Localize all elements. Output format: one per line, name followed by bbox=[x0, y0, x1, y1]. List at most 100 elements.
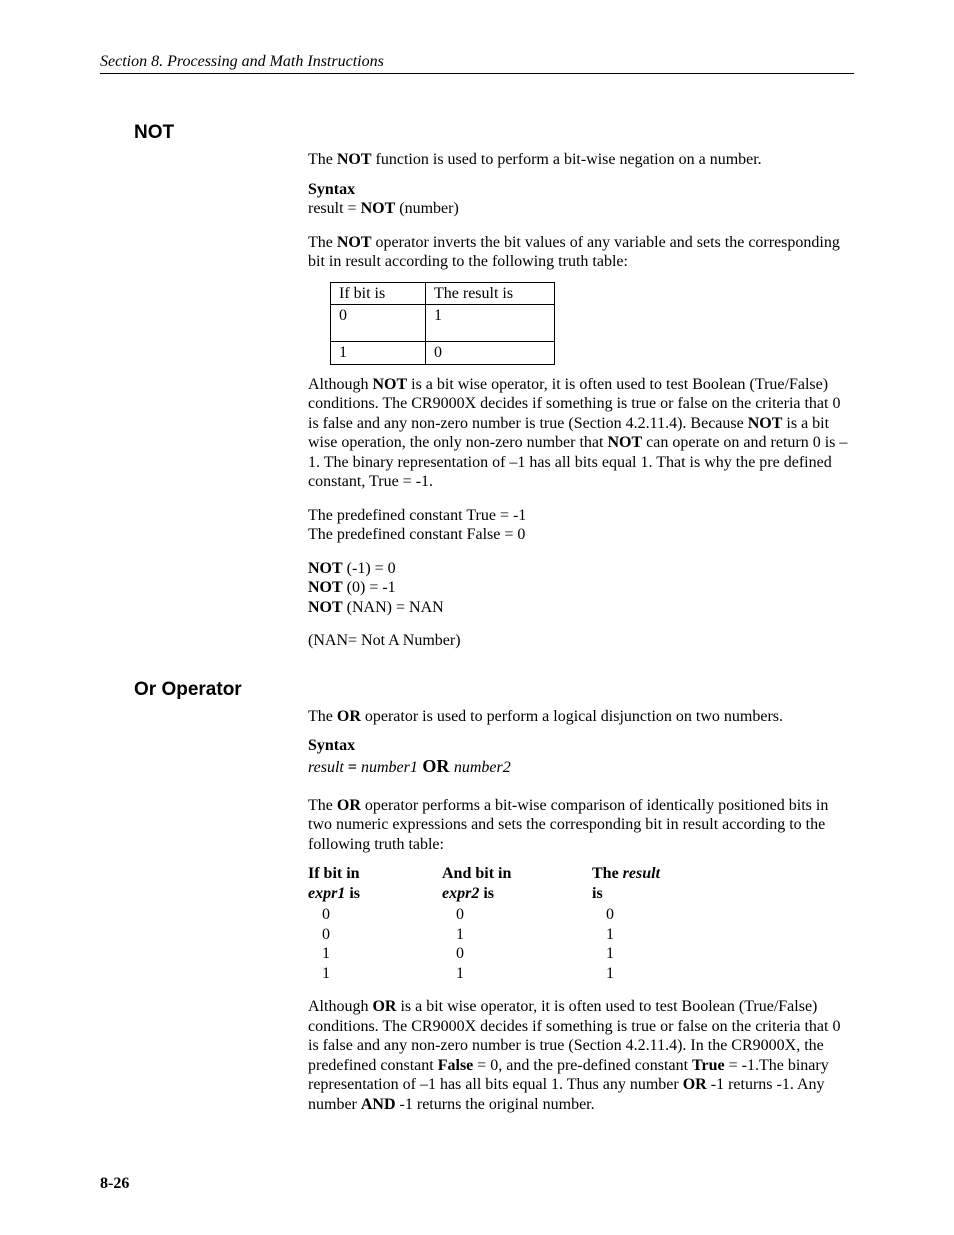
or-truth-table: If bit in expr1 is And bit in expr2 is T… bbox=[308, 864, 702, 983]
cell: 0 bbox=[442, 944, 592, 964]
text: is bbox=[479, 885, 494, 902]
or-body: The OR operator is used to perform a log… bbox=[308, 707, 848, 1115]
text: operator is used to perform a logical di… bbox=[361, 708, 783, 725]
text: NOT bbox=[337, 151, 372, 168]
text: NOT bbox=[361, 200, 396, 217]
cell: The result is bbox=[426, 282, 555, 305]
running-header: Section 8. Processing and Math Instructi… bbox=[100, 53, 854, 74]
page-number: 8-26 bbox=[100, 1175, 129, 1193]
text: True bbox=[692, 1057, 725, 1074]
text: = 0, and the pre-defined constant bbox=[473, 1057, 692, 1074]
not-body: The NOT function is used to perform a bi… bbox=[308, 150, 848, 651]
text: The bbox=[592, 865, 623, 882]
or-p2: The OR operator performs a bit-wise comp… bbox=[308, 796, 848, 855]
cell: 1 bbox=[426, 305, 555, 342]
heading-not: NOT bbox=[134, 122, 854, 144]
cell: 0 bbox=[426, 342, 555, 365]
cell: 1 bbox=[308, 964, 442, 984]
heading-or: Or Operator bbox=[134, 679, 854, 701]
text: AND bbox=[361, 1096, 396, 1113]
text: (number) bbox=[395, 200, 459, 217]
text: Although bbox=[308, 376, 372, 393]
text: number1 bbox=[361, 759, 418, 776]
table-row: 1 0 bbox=[331, 342, 555, 365]
text: NOT bbox=[607, 434, 642, 451]
th: If bit in expr1 is bbox=[308, 864, 442, 905]
text: (NAN) = NAN bbox=[343, 599, 444, 616]
cell: 0 bbox=[308, 925, 442, 945]
cell: 1 bbox=[592, 925, 702, 945]
text: And bit in bbox=[442, 865, 511, 882]
text: OR bbox=[418, 756, 454, 776]
text: NOT bbox=[308, 560, 343, 577]
syntax-label: Syntax bbox=[308, 736, 848, 756]
text: result bbox=[308, 759, 344, 776]
text: NOT bbox=[308, 579, 343, 596]
cell: 0 bbox=[331, 305, 426, 342]
text: operator performs a bit-wise comparison … bbox=[308, 797, 828, 853]
text: expr1 bbox=[308, 885, 345, 902]
table-row: 0 1 1 bbox=[308, 925, 702, 945]
cell: 0 bbox=[442, 905, 592, 925]
or-syntax-line: result = number1 OR number2 bbox=[308, 756, 848, 778]
table-row: 0 0 0 bbox=[308, 905, 702, 925]
not-truth-table: If bit is The result is 0 1 1 0 bbox=[330, 282, 555, 365]
nan-note: (NAN= Not A Number) bbox=[308, 631, 848, 651]
text: OR bbox=[372, 998, 396, 1015]
syntax-label: Syntax bbox=[308, 180, 848, 200]
cell: 0 bbox=[592, 905, 702, 925]
text: OR bbox=[337, 708, 361, 725]
text: If bit in bbox=[308, 865, 360, 882]
not-ex2: NOT (0) = -1 bbox=[308, 578, 848, 598]
text: number2 bbox=[454, 759, 511, 776]
text: function is used to perform a bit-wise n… bbox=[372, 151, 762, 168]
text: The bbox=[308, 797, 337, 814]
cell: 1 bbox=[442, 925, 592, 945]
cell: 0 bbox=[308, 905, 442, 925]
const-true: The predefined constant True = -1 bbox=[308, 506, 848, 526]
const-false: The predefined constant False = 0 bbox=[308, 525, 848, 545]
or-p3: Although OR is a bit wise operator, it i… bbox=[308, 997, 848, 1114]
table-row: 1 0 1 bbox=[308, 944, 702, 964]
text: (0) = -1 bbox=[343, 579, 396, 596]
not-ex1: NOT (-1) = 0 bbox=[308, 559, 848, 579]
text: is bbox=[592, 885, 603, 902]
cell: 1 bbox=[592, 964, 702, 984]
text: = bbox=[344, 759, 361, 776]
cell: 1 bbox=[308, 944, 442, 964]
text: expr2 bbox=[442, 885, 479, 902]
th: And bit in expr2 is bbox=[442, 864, 592, 905]
or-intro: The OR operator is used to perform a log… bbox=[308, 707, 848, 727]
text: result = bbox=[308, 200, 361, 217]
text: The bbox=[308, 708, 337, 725]
text: The bbox=[308, 234, 337, 251]
cell: 1 bbox=[331, 342, 426, 365]
cell: 1 bbox=[592, 944, 702, 964]
not-ex3: NOT (NAN) = NAN bbox=[308, 598, 848, 618]
text: OR bbox=[337, 797, 361, 814]
text: (-1) = 0 bbox=[343, 560, 396, 577]
text: operator inverts the bit values of any v… bbox=[308, 234, 840, 271]
page: Section 8. Processing and Math Instructi… bbox=[0, 0, 954, 1235]
text: NOT bbox=[748, 415, 783, 432]
text: False bbox=[438, 1057, 474, 1074]
not-syntax-line: result = NOT (number) bbox=[308, 199, 848, 219]
not-intro: The NOT function is used to perform a bi… bbox=[308, 150, 848, 170]
text: Although bbox=[308, 998, 372, 1015]
cell: If bit is bbox=[331, 282, 426, 305]
not-p3: Although NOT is a bit wise operator, it … bbox=[308, 375, 848, 492]
table-row: 0 1 bbox=[331, 305, 555, 342]
text: NOT bbox=[308, 599, 343, 616]
text: NOT bbox=[337, 234, 372, 251]
cell: 1 bbox=[442, 964, 592, 984]
not-p2: The NOT operator inverts the bit values … bbox=[308, 233, 848, 272]
text: NOT bbox=[372, 376, 407, 393]
th: The result is bbox=[592, 864, 702, 905]
table-row: 1 1 1 bbox=[308, 964, 702, 984]
text: OR bbox=[683, 1076, 707, 1093]
text: result bbox=[623, 865, 660, 882]
table-row: If bit is The result is bbox=[331, 282, 555, 305]
table-row: If bit in expr1 is And bit in expr2 is T… bbox=[308, 864, 702, 905]
text: -1 returns the original number. bbox=[396, 1096, 595, 1113]
text: is bbox=[345, 885, 360, 902]
